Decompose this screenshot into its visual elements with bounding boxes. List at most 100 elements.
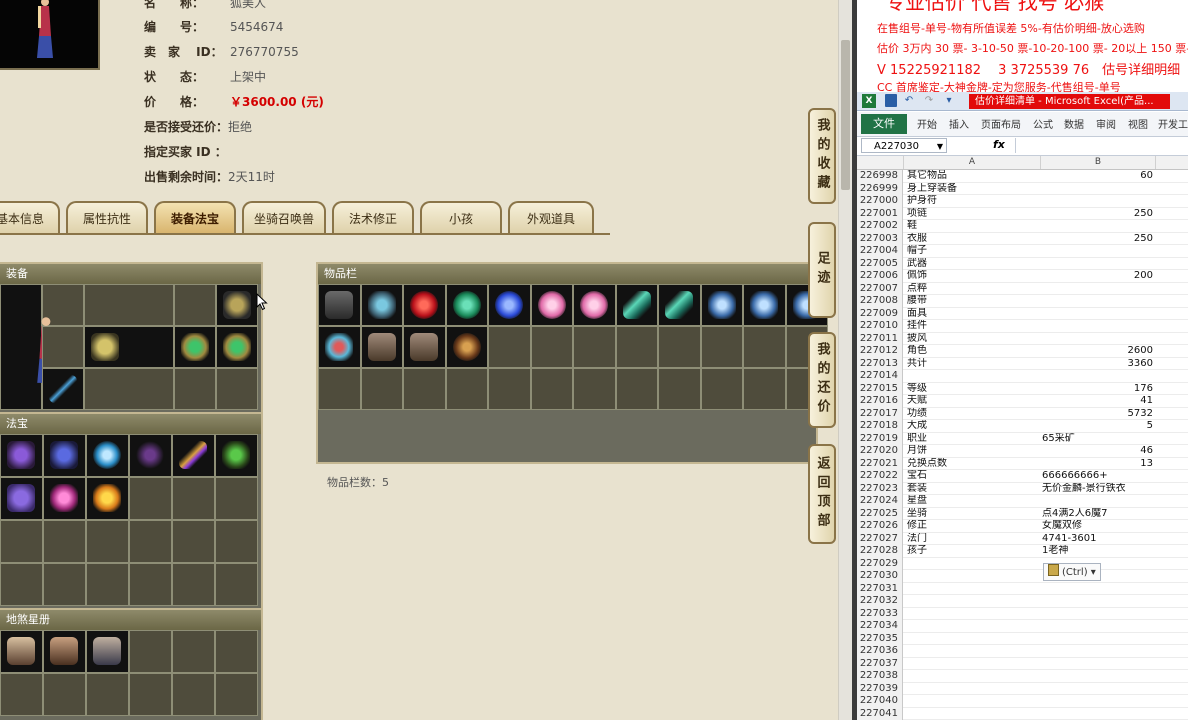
sheet-row[interactable]: 227032 bbox=[857, 595, 1188, 608]
star-slot[interactable] bbox=[129, 630, 172, 673]
equip-slot-ring[interactable] bbox=[216, 326, 258, 368]
cell-a[interactable]: 挂件 bbox=[907, 320, 1039, 333]
tab-appearance[interactable]: 外观道具 bbox=[508, 201, 594, 235]
treasure-slot[interactable] bbox=[172, 434, 215, 477]
sheet-row[interactable]: 227018 大成 5 bbox=[857, 420, 1188, 433]
bag-slot[interactable] bbox=[360, 326, 403, 368]
row-number[interactable]: 227027 bbox=[857, 532, 903, 545]
bag-slot[interactable] bbox=[530, 368, 573, 410]
bag-slot[interactable] bbox=[743, 326, 786, 368]
sheet-row[interactable]: 227009 面具 bbox=[857, 307, 1188, 320]
cell-a[interactable]: 角色 bbox=[907, 345, 1039, 358]
file-tab[interactable]: 文件 bbox=[861, 114, 907, 134]
bag-slot[interactable] bbox=[488, 326, 531, 368]
row-number[interactable]: 227031 bbox=[857, 582, 903, 595]
cell-b[interactable]: 41 bbox=[1042, 395, 1153, 408]
treasure-slot[interactable] bbox=[0, 520, 43, 563]
treasure-slot[interactable] bbox=[86, 434, 129, 477]
cell-a[interactable]: 法门 bbox=[907, 533, 1039, 546]
row-number[interactable]: 227009 bbox=[857, 307, 903, 320]
row-number[interactable]: 227038 bbox=[857, 670, 903, 683]
row-number[interactable]: 227000 bbox=[857, 195, 903, 208]
bag-slot[interactable] bbox=[615, 368, 658, 410]
row-number[interactable]: 227019 bbox=[857, 432, 903, 445]
treasure-slot[interactable] bbox=[215, 477, 258, 520]
treasure-slot[interactable] bbox=[86, 563, 129, 606]
row-number[interactable]: 227015 bbox=[857, 382, 903, 395]
treasure-slot[interactable] bbox=[0, 434, 43, 477]
sheet-row[interactable]: 227016 天赋 41 bbox=[857, 395, 1188, 408]
bag-slot[interactable] bbox=[615, 326, 658, 368]
row-number[interactable]: 227028 bbox=[857, 545, 903, 558]
cell-a[interactable]: 鞋 bbox=[907, 220, 1039, 233]
redo-icon[interactable]: ↷ bbox=[923, 94, 935, 107]
bag-slot[interactable] bbox=[530, 326, 573, 368]
treasure-slot[interactable] bbox=[129, 434, 172, 477]
sheet-row[interactable]: 227041 bbox=[857, 707, 1188, 720]
sheet-row[interactable]: 226999 身上穿装备 bbox=[857, 182, 1188, 195]
sheet-row[interactable]: 227008 腰带 bbox=[857, 295, 1188, 308]
equip-slot-necklace[interactable] bbox=[216, 284, 258, 326]
ribbon-tab-insert[interactable]: 插入 bbox=[949, 116, 969, 131]
bag-slot[interactable] bbox=[318, 284, 361, 326]
star-slot[interactable] bbox=[172, 673, 215, 716]
row-number[interactable]: 227003 bbox=[857, 232, 903, 245]
cell-a[interactable]: 兑换点数 bbox=[907, 458, 1039, 471]
bag-slot[interactable] bbox=[445, 368, 488, 410]
bag-slot[interactable] bbox=[530, 284, 573, 326]
sheet-row[interactable]: 227029 bbox=[857, 557, 1188, 570]
cell-b[interactable]: 5732 bbox=[1042, 408, 1153, 421]
row-number[interactable]: 227005 bbox=[857, 257, 903, 270]
ribbon-tab-formulas[interactable]: 公式 bbox=[1033, 116, 1053, 131]
bag-slot[interactable] bbox=[573, 368, 616, 410]
row-number[interactable]: 227035 bbox=[857, 632, 903, 645]
row-number[interactable]: 227037 bbox=[857, 657, 903, 670]
sheet-row[interactable]: 227022 宝石 666666666+ bbox=[857, 470, 1188, 483]
cell-a[interactable]: 共计 bbox=[907, 358, 1039, 371]
row-number[interactable]: 227004 bbox=[857, 245, 903, 258]
save-icon[interactable] bbox=[885, 94, 897, 107]
quick-access-dropdown-icon[interactable]: ▾ bbox=[943, 94, 955, 107]
sheet-row[interactable]: 227001 项链 250 bbox=[857, 207, 1188, 221]
treasure-slot[interactable] bbox=[0, 477, 43, 520]
sheet-row[interactable]: 227015 等级 176 bbox=[857, 382, 1188, 395]
cell-a[interactable]: 坐骑 bbox=[907, 508, 1039, 521]
treasure-slot[interactable] bbox=[43, 563, 86, 606]
cell-a[interactable]: 宝石 bbox=[907, 470, 1039, 483]
equip-slot-weapon[interactable] bbox=[42, 368, 84, 410]
sheet-row[interactable]: 227019 职业 65采矿 bbox=[857, 432, 1188, 446]
cell-b[interactable]: 4741-3601 bbox=[1042, 533, 1153, 546]
bag-slot[interactable] bbox=[573, 326, 616, 368]
formula-input[interactable] bbox=[1015, 138, 1188, 153]
sheet-row[interactable]: 227036 bbox=[857, 645, 1188, 658]
row-number[interactable]: 227023 bbox=[857, 482, 903, 495]
sheet-row[interactable]: 227026 修正 女魔双修 bbox=[857, 520, 1188, 533]
row-number[interactable]: 227012 bbox=[857, 345, 903, 358]
cell-a[interactable]: 衣服 bbox=[907, 233, 1039, 246]
cell-b[interactable]: 65采矿 bbox=[1042, 433, 1153, 446]
sheet-row[interactable]: 227023 套装 无价金麟-景行铁衣 bbox=[857, 482, 1188, 495]
cell-b[interactable]: 点4满2人6魔7 bbox=[1042, 508, 1153, 521]
tab-spell-correction[interactable]: 法术修正 bbox=[332, 201, 414, 235]
cell-a[interactable]: 修正 bbox=[907, 520, 1039, 533]
footprints-button[interactable]: 足迹 bbox=[808, 222, 836, 318]
sheet-row[interactable]: 227040 bbox=[857, 695, 1188, 708]
sheet-row[interactable]: 227030 bbox=[857, 570, 1188, 583]
cell-b[interactable]: 250 bbox=[1042, 208, 1153, 221]
cell-a[interactable]: 孩子 bbox=[907, 545, 1039, 558]
scrollbar-thumb[interactable] bbox=[841, 40, 850, 190]
fx-icon[interactable]: fx bbox=[993, 138, 1005, 151]
bag-slot[interactable] bbox=[743, 368, 786, 410]
sheet-row[interactable]: 227005 武器 bbox=[857, 257, 1188, 270]
bag-slot[interactable] bbox=[658, 284, 701, 326]
star-slot[interactable] bbox=[86, 630, 129, 673]
row-number[interactable]: 227039 bbox=[857, 682, 903, 695]
sheet-row[interactable]: 227003 衣服 250 bbox=[857, 232, 1188, 246]
star-slot[interactable] bbox=[129, 673, 172, 716]
treasure-slot[interactable] bbox=[215, 520, 258, 563]
sheet-row[interactable]: 227035 bbox=[857, 632, 1188, 645]
cell-a[interactable]: 披风 bbox=[907, 333, 1039, 346]
cell-b[interactable]: 1老神 bbox=[1042, 545, 1153, 558]
equip-slot[interactable] bbox=[216, 368, 258, 410]
row-number[interactable]: 226999 bbox=[857, 182, 903, 195]
